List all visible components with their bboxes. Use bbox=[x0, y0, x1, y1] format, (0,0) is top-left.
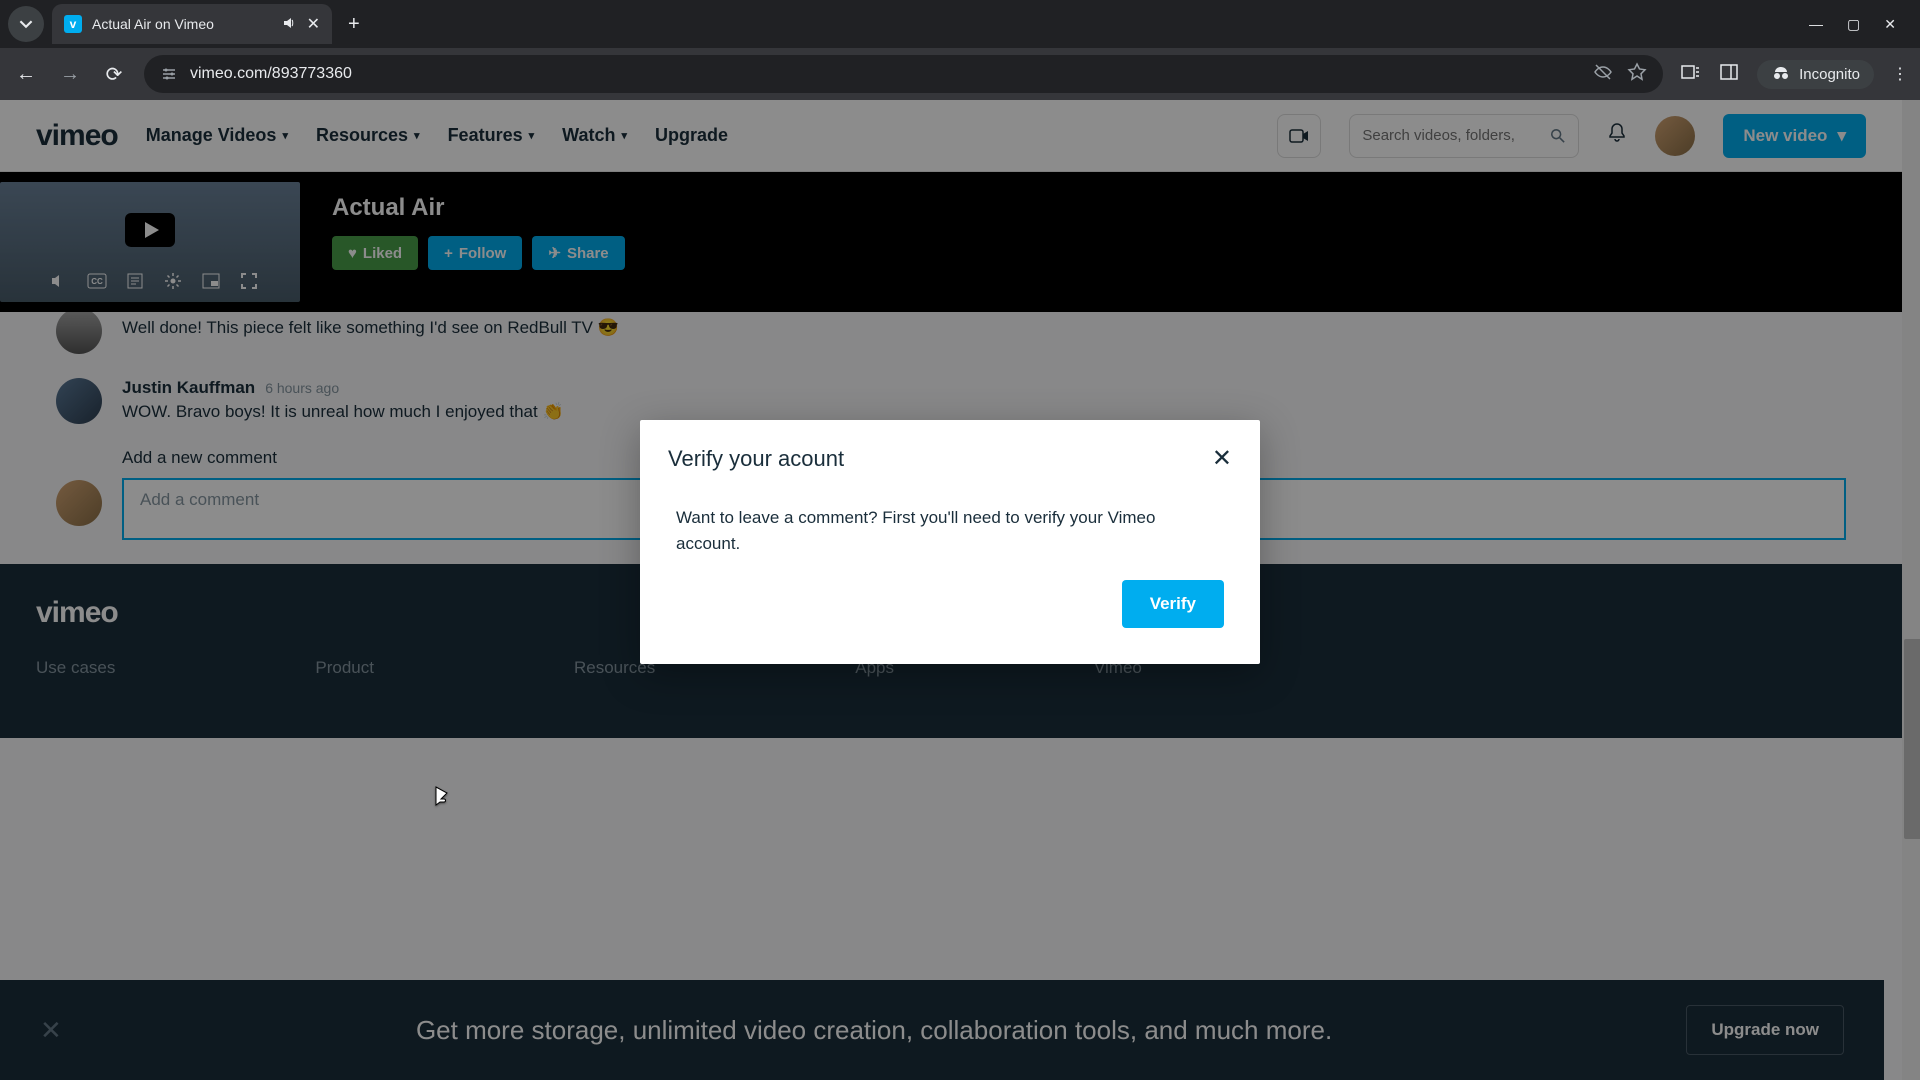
tune-icon bbox=[160, 65, 178, 83]
verify-button[interactable]: Verify bbox=[1122, 580, 1224, 628]
address-bar: ← → ⟳ Incognito ⋮ bbox=[0, 48, 1920, 100]
forward-button[interactable]: → bbox=[56, 63, 84, 86]
site-info-button[interactable] bbox=[160, 65, 178, 83]
maximize-button[interactable]: ▢ bbox=[1847, 16, 1860, 33]
media-control-icon[interactable] bbox=[1679, 61, 1701, 88]
minimize-button[interactable]: — bbox=[1809, 16, 1823, 33]
tab-title: Actual Air on Vimeo bbox=[92, 16, 271, 32]
side-panel-icon[interactable] bbox=[1719, 62, 1739, 87]
incognito-icon bbox=[1771, 66, 1791, 82]
browser-tab[interactable]: v Actual Air on Vimeo ✕ bbox=[52, 4, 332, 44]
modal-close-button[interactable]: ✕ bbox=[1212, 444, 1232, 473]
modal-title: Verify your acount bbox=[668, 446, 844, 472]
audio-playing-icon[interactable] bbox=[281, 15, 297, 34]
modal-body-text: Want to leave a comment? First you'll ne… bbox=[640, 485, 1260, 568]
url-field-container[interactable] bbox=[144, 55, 1663, 93]
bookmark-star-button[interactable] bbox=[1627, 62, 1647, 87]
url-input[interactable] bbox=[190, 65, 1581, 83]
verify-account-modal: Verify your acount ✕ Want to leave a com… bbox=[640, 420, 1260, 664]
page-viewport: vimeo Manage Videos▾ Resources▾ Features… bbox=[0, 100, 1920, 1080]
tab-bar: v Actual Air on Vimeo ✕ + — ▢ ✕ bbox=[0, 0, 1920, 48]
tab-search-button[interactable] bbox=[8, 6, 44, 42]
eye-off-icon[interactable] bbox=[1593, 62, 1613, 87]
window-controls: — ▢ ✕ bbox=[1809, 16, 1912, 33]
browser-menu-button[interactable]: ⋮ bbox=[1892, 64, 1908, 84]
vimeo-favicon-icon: v bbox=[64, 15, 82, 33]
incognito-label: Incognito bbox=[1799, 66, 1860, 83]
toolbar-actions: Incognito ⋮ bbox=[1679, 60, 1908, 89]
incognito-badge[interactable]: Incognito bbox=[1757, 60, 1874, 89]
chevron-down-icon bbox=[19, 17, 33, 31]
new-tab-button[interactable]: + bbox=[348, 13, 360, 36]
close-window-button[interactable]: ✕ bbox=[1884, 16, 1896, 33]
back-button[interactable]: ← bbox=[12, 63, 40, 86]
reload-button[interactable]: ⟳ bbox=[100, 62, 128, 87]
tab-close-button[interactable]: ✕ bbox=[307, 14, 320, 34]
browser-chrome: v Actual Air on Vimeo ✕ + — ▢ ✕ ← → ⟳ bbox=[0, 0, 1920, 100]
